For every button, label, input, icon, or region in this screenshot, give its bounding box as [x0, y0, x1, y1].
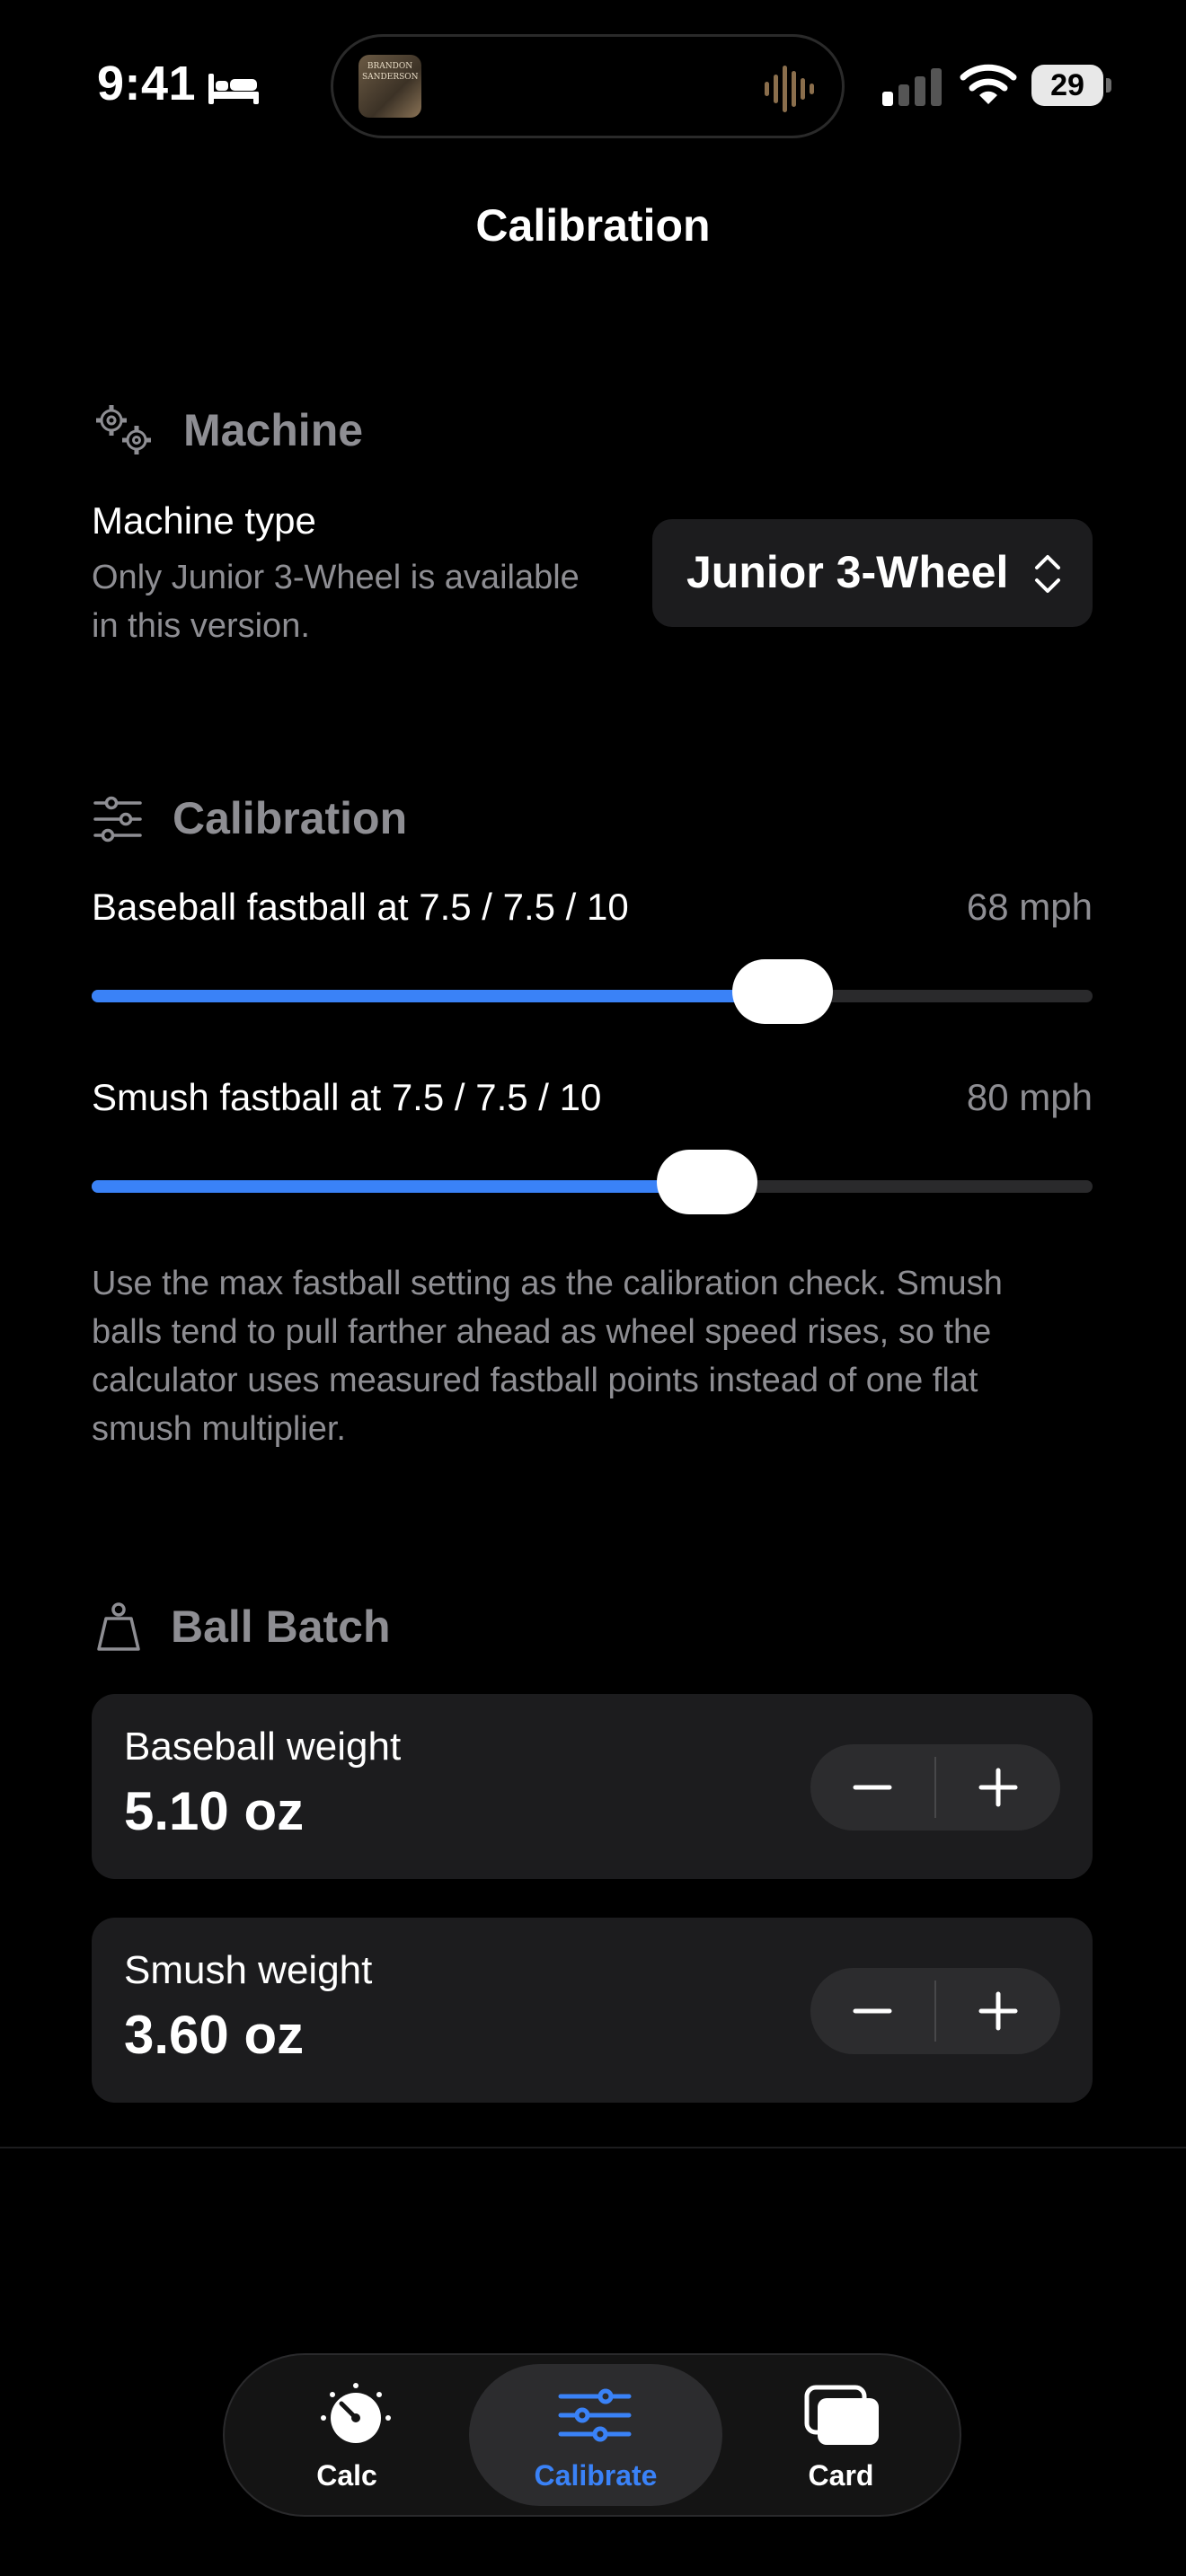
baseball-weight-stepper[interactable] [810, 1744, 1060, 1831]
baseball-weight-card: Baseball weight 5.10 oz [92, 1694, 1093, 1879]
sleep-focus-icon [208, 74, 259, 104]
album-art: BRANDON SANDERSON [358, 55, 421, 118]
audio-waveform-icon [765, 66, 814, 112]
machine-type-picker[interactable]: Junior 3-Wheel [652, 519, 1093, 627]
smush-fastball-value: 80 mph [966, 1076, 1093, 1118]
plus-icon[interactable] [936, 1744, 1060, 1831]
dynamic-island[interactable]: BRANDON SANDERSON [331, 34, 845, 138]
section-header-machine: Machine [183, 405, 364, 455]
plus-icon[interactable] [936, 1968, 1060, 2054]
gauge-icon [321, 2383, 391, 2443]
divider [0, 2147, 1186, 2148]
slider-fill [92, 990, 783, 1002]
section-header-ball-batch: Ball Batch [171, 1601, 391, 1652]
tab-label: Calc [316, 2459, 377, 2492]
baseball-fastball-value: 68 mph [966, 886, 1093, 928]
sliders-icon [93, 796, 142, 842]
baseball-fastball-slider[interactable] [92, 959, 1093, 1024]
baseball-weight-label: Baseball weight [124, 1725, 402, 1769]
weight-icon [97, 1602, 140, 1651]
tab-bar: Calc Calibrate Card [223, 2353, 961, 2517]
baseball-weight-value: 5.10 oz [124, 1781, 305, 1841]
page-title: Calibration [475, 200, 711, 251]
slider-fill [92, 1180, 708, 1193]
smush-fastball-slider[interactable] [92, 1150, 1093, 1214]
battery-indicator: 29 [1031, 65, 1112, 106]
machine-type-label: Machine type [92, 499, 316, 542]
slider-thumb[interactable] [731, 959, 833, 1024]
slider-thumb[interactable] [657, 1150, 758, 1214]
wifi-icon [960, 64, 1017, 104]
smush-weight-card: Smush weight 3.60 oz [92, 1918, 1093, 2103]
smush-weight-value: 3.60 oz [124, 2005, 305, 2065]
machine-type-note-line2: in this version. [92, 607, 310, 645]
cellular-signal-icon [882, 68, 942, 106]
minus-icon[interactable] [810, 1968, 934, 2054]
battery-percent: 29 [1050, 68, 1084, 102]
sliders-icon [558, 2388, 632, 2442]
tab-calc[interactable]: Calc [225, 2355, 469, 2515]
gears-icon [96, 405, 151, 454]
tab-label: Calibrate [534, 2459, 658, 2492]
chevron-up-down-icon [1035, 555, 1060, 593]
baseball-fastball-label: Baseball fastball at 7.5 / 7.5 / 10 [92, 886, 629, 928]
cards-icon [804, 2385, 879, 2445]
section-header-calibration: Calibration [173, 793, 408, 843]
machine-type-note-line1: Only Junior 3-Wheel is available [92, 559, 580, 596]
status-time: 9:41 [97, 57, 197, 110]
smush-weight-stepper[interactable] [810, 1968, 1060, 2054]
smush-weight-label: Smush weight [124, 1948, 373, 1992]
tab-card[interactable]: Card [722, 2355, 960, 2515]
calibration-help-text: Use the max fastball setting as the cali… [92, 1265, 1003, 1448]
tab-label: Card [808, 2459, 874, 2492]
minus-icon[interactable] [810, 1744, 934, 1831]
smush-fastball-label: Smush fastball at 7.5 / 7.5 / 10 [92, 1076, 602, 1118]
machine-type-picker-value: Junior 3-Wheel [686, 547, 1009, 597]
tab-calibrate[interactable]: Calibrate [469, 2355, 722, 2515]
